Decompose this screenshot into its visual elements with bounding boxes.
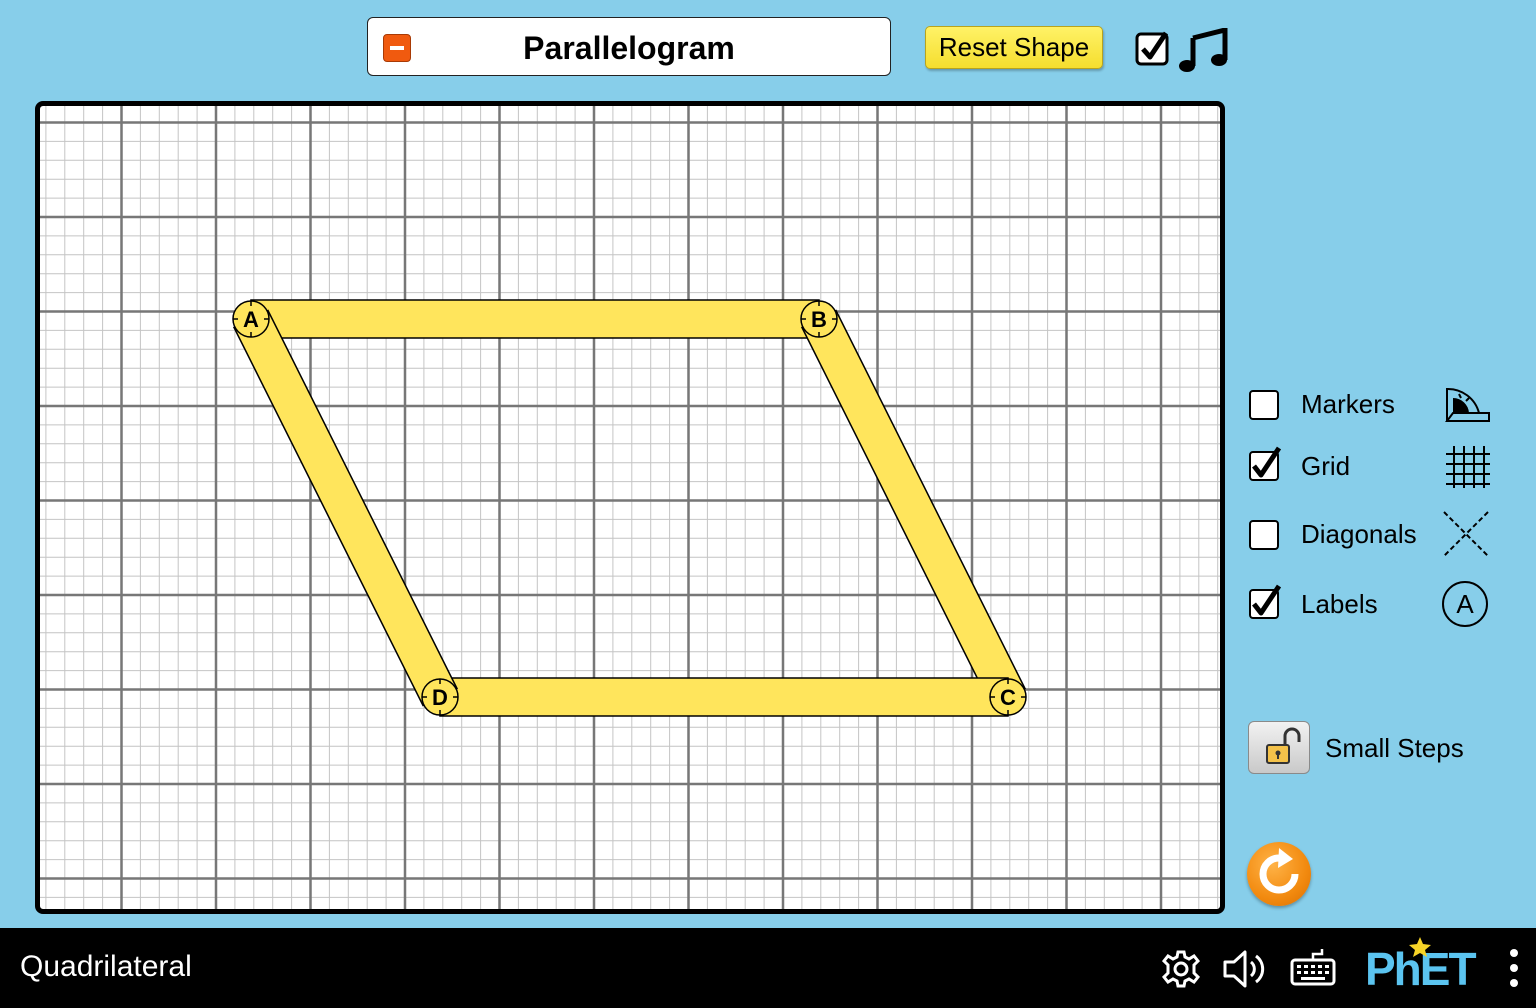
keyboard-icon[interactable] bbox=[1290, 948, 1336, 993]
side-AB[interactable] bbox=[250, 299, 820, 339]
diagonals-icon bbox=[1442, 510, 1490, 563]
quadrilateral-board: A B C D bbox=[40, 106, 1220, 909]
small-steps-label: Small Steps bbox=[1325, 733, 1464, 763]
vertex-label: B bbox=[811, 307, 827, 332]
checkmark-icon bbox=[1252, 584, 1282, 616]
play-area: A B C D bbox=[35, 101, 1225, 914]
unlocked-padlock-icon bbox=[1266, 727, 1301, 764]
music-note-icon bbox=[1179, 26, 1228, 72]
markers-label: Markers bbox=[1301, 389, 1395, 419]
navigation-bar: Quadrilateral PhET bbox=[0, 928, 1536, 1008]
quadrilateral-shape[interactable]: A B C D bbox=[232, 299, 1027, 717]
side-CD[interactable] bbox=[439, 677, 1009, 717]
diagonals-checkbox[interactable] bbox=[1249, 520, 1279, 550]
sound-speaker-icon[interactable] bbox=[1221, 947, 1269, 996]
phet-logo-star-icon bbox=[1408, 936, 1432, 963]
small-steps-lock-button[interactable] bbox=[1248, 721, 1310, 774]
grid-checkbox[interactable] bbox=[1249, 446, 1282, 481]
vertex-label: D bbox=[432, 685, 448, 710]
reset-arrow-icon bbox=[1259, 848, 1299, 894]
shape-sound-toggle[interactable] bbox=[1135, 26, 1230, 74]
shape-name: Parallelogram bbox=[523, 30, 735, 66]
sim-title: Quadrilateral bbox=[20, 950, 192, 983]
grid-icon bbox=[1444, 444, 1492, 495]
label-circle-icon-text: A bbox=[1456, 589, 1474, 619]
labels-label: Labels bbox=[1301, 589, 1378, 619]
vertex-label: C bbox=[1000, 685, 1016, 710]
labels-checkbox[interactable] bbox=[1249, 584, 1282, 619]
label-circle-icon: A bbox=[1441, 580, 1491, 633]
reset-shape-button[interactable]: Reset Shape bbox=[925, 26, 1103, 69]
diagonals-label: Diagonals bbox=[1301, 519, 1417, 549]
checkmark-icon bbox=[1252, 446, 1282, 478]
side-BC[interactable] bbox=[800, 309, 1027, 707]
vertex-label: A bbox=[243, 307, 259, 332]
more-options-icon[interactable] bbox=[1508, 948, 1520, 993]
vertex-A[interactable]: A bbox=[232, 300, 270, 338]
grid-label: Grid bbox=[1301, 451, 1351, 481]
markers-checkbox[interactable] bbox=[1249, 390, 1279, 420]
vertex-B[interactable]: B bbox=[800, 300, 838, 338]
protractor-icon bbox=[1443, 386, 1493, 429]
checked-checkbox-icon bbox=[1135, 31, 1169, 66]
vertex-D[interactable]: D bbox=[421, 678, 459, 716]
settings-gear-icon[interactable] bbox=[1161, 949, 1201, 994]
reset-all-button[interactable] bbox=[1247, 842, 1311, 906]
vertex-C[interactable]: C bbox=[989, 678, 1027, 716]
shape-name-panel: Parallelogram bbox=[367, 17, 891, 76]
major-grid bbox=[40, 106, 1220, 909]
